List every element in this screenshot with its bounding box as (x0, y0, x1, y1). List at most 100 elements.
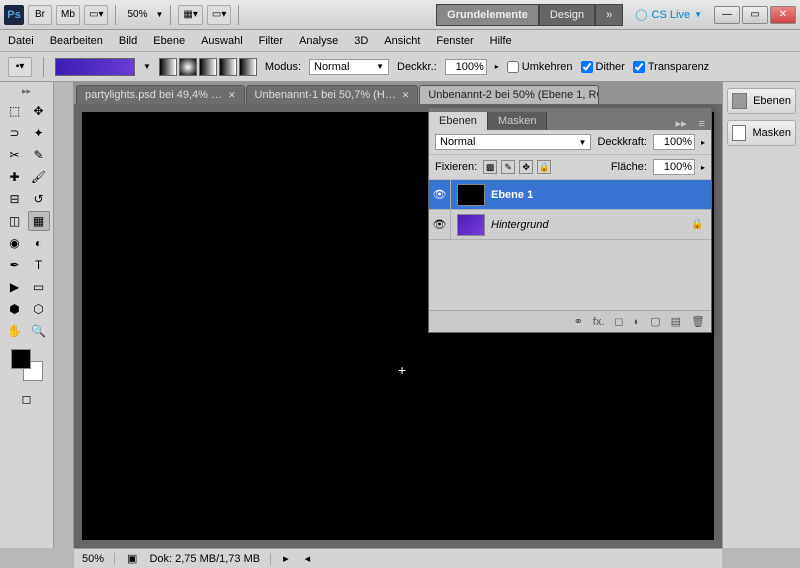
hand-tool[interactable]: ✋ (4, 321, 26, 341)
workspace-more[interactable]: » (595, 4, 623, 26)
layer-mask-icon[interactable]: ◻ (614, 315, 623, 328)
eyedropper-tool[interactable]: ✎ (28, 145, 50, 165)
lock-all-icon[interactable]: 🔒 (537, 160, 551, 174)
fill-input[interactable] (653, 159, 695, 175)
menu-hilfe[interactable]: Hilfe (490, 35, 512, 47)
cs-live-button[interactable]: CS Live ▼ (635, 8, 702, 21)
extras-button[interactable]: ▭▾ (207, 5, 231, 25)
panel-menu-icon[interactable]: ≡ (693, 118, 711, 130)
dither-checkbox[interactable]: Dither (581, 61, 625, 73)
layer-thumbnail[interactable] (457, 214, 485, 236)
dock-ebenen-button[interactable]: Ebenen (727, 88, 796, 114)
shape-tool[interactable]: ▭ (28, 277, 50, 297)
maximize-button[interactable]: ▭ (742, 6, 768, 24)
eraser-tool[interactable]: ◫ (4, 211, 26, 231)
gradient-tool[interactable]: ▦ (28, 211, 50, 231)
pen-tool[interactable]: ✒ (4, 255, 26, 275)
minimize-button[interactable]: — (714, 6, 740, 24)
brush-tool[interactable]: 🖌 (28, 167, 50, 187)
screen-mode-button[interactable]: ▭▾ (84, 5, 108, 25)
gradient-angle[interactable] (199, 58, 217, 76)
scroll-left-icon[interactable]: ◂ (305, 552, 311, 565)
bridge-button[interactable]: Br (28, 5, 52, 25)
opacity-input[interactable] (445, 59, 487, 75)
dock-masken-button[interactable]: Masken (727, 120, 796, 146)
3d-camera-tool[interactable]: ⬡ (28, 299, 50, 319)
new-layer-icon[interactable]: ▤ (671, 315, 681, 328)
lock-transparency-icon[interactable]: ▩ (483, 160, 497, 174)
menu-analyse[interactable]: Analyse (299, 35, 338, 47)
zoom-tool[interactable]: 🔍 (28, 321, 50, 341)
path-select-tool[interactable]: ▶ (4, 277, 26, 297)
visibility-toggle[interactable]: 👁 (429, 210, 451, 239)
workspace-tab-grundelemente[interactable]: Grundelemente (436, 4, 539, 26)
panel-tab-ebenen[interactable]: Ebenen (429, 112, 488, 130)
wand-tool[interactable]: ✦ (28, 123, 50, 143)
workspace-tab-design[interactable]: Design (539, 4, 595, 26)
gradient-reflected[interactable] (219, 58, 237, 76)
opacity-flyout-icon[interactable]: ▸ (701, 138, 705, 147)
layer-row[interactable]: 👁 Hintergrund 🔒 (429, 210, 711, 240)
crop-tool[interactable]: ✂ (4, 145, 26, 165)
close-button[interactable]: ✕ (770, 6, 796, 24)
status-flyout-icon[interactable]: ▸ (283, 552, 289, 565)
reverse-checkbox[interactable]: Umkehren (507, 61, 573, 73)
zoom-level[interactable]: 50% (123, 5, 151, 25)
menu-ansicht[interactable]: Ansicht (384, 35, 420, 47)
opacity-flyout[interactable]: ▸ (495, 62, 499, 71)
layer-opacity-input[interactable] (653, 134, 695, 150)
gradient-diamond[interactable] (239, 58, 257, 76)
doc-tab-2[interactable]: Unbenannt-2 bei 50% (Ebene 1, RGB/8) *✕ (419, 85, 599, 104)
type-tool[interactable]: T (28, 255, 50, 275)
move-tool[interactable]: ✥ (28, 101, 50, 121)
panel-tab-masken[interactable]: Masken (488, 112, 548, 130)
gradient-linear[interactable] (159, 58, 177, 76)
blend-mode-select[interactable]: Normal▼ (435, 134, 591, 150)
history-brush-tool[interactable]: ↺ (28, 189, 50, 209)
delete-layer-icon[interactable]: 🗑 (691, 315, 705, 328)
heal-tool[interactable]: ✚ (4, 167, 26, 187)
layer-thumbnail[interactable] (457, 184, 485, 206)
collapse-icon[interactable]: ▸▸ (22, 86, 31, 97)
arrange-button[interactable]: ▦▾ (178, 5, 202, 25)
lock-pixels-icon[interactable]: ✎ (501, 160, 515, 174)
menu-datei[interactable]: Datei (8, 35, 34, 47)
adjustment-layer-icon[interactable]: ◐ (634, 316, 641, 328)
transparency-checkbox[interactable]: Transparenz (633, 61, 709, 73)
status-zoom[interactable]: 50% (82, 553, 115, 565)
layer-name[interactable]: Hintergrund (491, 219, 691, 231)
menu-ebene[interactable]: Ebene (153, 35, 185, 47)
doc-tab-1[interactable]: Unbenannt-1 bei 50,7% (H…✕ (246, 85, 419, 104)
status-doc-icon[interactable]: ▣ (127, 552, 137, 565)
gradient-radial[interactable] (179, 58, 197, 76)
tool-preset-picker[interactable]: ▪▾ (8, 57, 32, 77)
menu-auswahl[interactable]: Auswahl (201, 35, 243, 47)
lock-position-icon[interactable]: ✥ (519, 160, 533, 174)
layer-fx-icon[interactable]: fx. (593, 316, 605, 328)
3d-tool[interactable]: ⬢ (4, 299, 26, 319)
quickmask-toggle[interactable]: ◻ (16, 389, 38, 409)
mode-select[interactable]: Normal▼ (309, 59, 389, 75)
dodge-tool[interactable]: ◐ (28, 233, 50, 253)
blur-tool[interactable]: ◉ (4, 233, 26, 253)
gradient-picker[interactable] (55, 58, 135, 76)
layer-name[interactable]: Ebene 1 (491, 189, 691, 201)
menu-bild[interactable]: Bild (119, 35, 137, 47)
foreground-color[interactable] (11, 349, 31, 369)
link-layers-icon[interactable]: ⚭ (574, 315, 583, 328)
visibility-toggle[interactable]: 👁 (429, 180, 451, 209)
layer-group-icon[interactable]: ▢ (650, 315, 660, 328)
fill-flyout-icon[interactable]: ▸ (701, 163, 705, 172)
menu-filter[interactable]: Filter (259, 35, 283, 47)
menu-fenster[interactable]: Fenster (436, 35, 473, 47)
marquee-tool[interactable]: ⬚ (4, 101, 26, 121)
menu-3d[interactable]: 3D (354, 35, 368, 47)
close-icon[interactable]: ✕ (402, 90, 410, 101)
layer-row[interactable]: 👁 Ebene 1 (429, 180, 711, 210)
doc-tab-0[interactable]: partylights.psd bei 49,4% …✕ (76, 85, 245, 104)
menu-bearbeiten[interactable]: Bearbeiten (50, 35, 103, 47)
lasso-tool[interactable]: ⊃ (4, 123, 26, 143)
panel-collapse-icon[interactable]: ▸▸ (670, 117, 693, 130)
color-swatches[interactable] (11, 349, 43, 381)
close-icon[interactable]: ✕ (228, 90, 236, 101)
